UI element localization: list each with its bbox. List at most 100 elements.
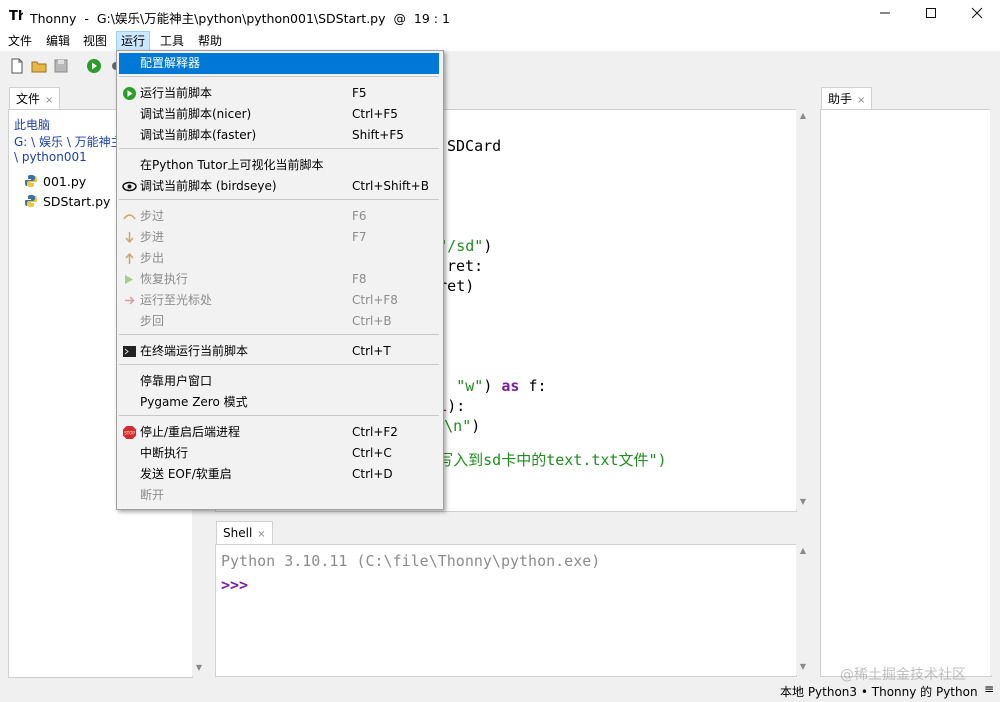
run-menu-item[interactable]: 停靠用户窗口 <box>119 371 439 392</box>
maximize-icon <box>926 8 936 18</box>
menu-edit[interactable]: 编辑 <box>42 32 74 50</box>
terminal-icon <box>122 344 137 359</box>
run-menu-item-label: 恢复执行 <box>140 272 189 286</box>
code-token: ret: <box>447 257 484 275</box>
scroll-down-icon[interactable]: ▼ <box>796 662 810 671</box>
tab-shell-label: Shell <box>223 526 253 540</box>
run-menu-item-shortcut: F6 <box>352 209 367 223</box>
run-menu-item-label: 在终端运行当前脚本 <box>140 344 249 358</box>
run-menu-item-label: Pygame Zero 模式 <box>140 395 248 409</box>
menu-run[interactable]: 运行 <box>116 31 151 51</box>
shell-scrollbar[interactable]: ▲ ▼ <box>796 544 810 675</box>
svg-text:STOP: STOP <box>124 431 135 436</box>
code-token: "/sd" <box>438 237 484 255</box>
close-icon[interactable]: × <box>45 95 53 106</box>
run-menu-item: 运行至光标处 Ctrl+F8 <box>119 290 439 311</box>
run-menu-item[interactable]: 调试当前脚本(faster) Shift+F5 <box>119 125 439 146</box>
menu-separator <box>119 415 439 416</box>
run-menu-item-label: 中断执行 <box>140 446 189 460</box>
run-menu-item-shortcut: F8 <box>352 272 367 286</box>
close-button[interactable] <box>954 0 1000 31</box>
menu-file[interactable]: 文件 <box>4 32 36 50</box>
tab-assistant-label: 助手 <box>828 92 853 106</box>
file-name: 001.py <box>43 174 87 189</box>
code-token: SDCard <box>447 137 502 155</box>
run-menu-item[interactable]: 在终端运行当前脚本 Ctrl+T <box>119 341 439 362</box>
tab-assistant[interactable]: 助手 × <box>821 87 873 110</box>
run-menu-item[interactable]: 调试当前脚本(nicer) Ctrl+F5 <box>119 104 439 125</box>
resume-icon <box>122 272 137 287</box>
run-menu-item[interactable]: 中断执行 Ctrl+C <box>119 443 439 464</box>
minimize-button[interactable] <box>862 0 908 31</box>
run-menu-item[interactable]: STOP 停止/重启后端进程 Ctrl+F2 <box>119 422 439 443</box>
scroll-up-icon[interactable]: ▲ <box>796 111 810 120</box>
close-icon[interactable]: × <box>257 529 265 540</box>
interpreter-selector[interactable]: 本地 Python3 • Thonny 的 Python <box>780 683 978 700</box>
status-bar: 本地 Python3 • Thonny 的 Python ≡ @稀土掘金技术社区 <box>0 667 1000 702</box>
close-icon[interactable]: × <box>857 95 865 106</box>
title-bar: Th Thonny - G:\娱乐\万能神主\python\python001\… <box>0 0 1000 31</box>
file-name: SDStart.py <box>43 194 111 209</box>
run-menu-item-shortcut: Ctrl+T <box>352 344 391 358</box>
code-token: ): <box>447 397 466 415</box>
run-menu-item[interactable]: 配置解释器 <box>119 53 439 74</box>
shell-panel[interactable]: Python 3.10.11 (C:\file\Thonny\python.ex… <box>215 544 797 677</box>
watermark: @稀土掘金技术社区 <box>840 667 966 683</box>
run-menu-item-label: 调试当前脚本(nicer) <box>140 107 252 121</box>
menu-separator <box>119 334 439 335</box>
shell-prompt: >>> <box>221 576 249 594</box>
run-menu-item-shortcut: F5 <box>352 86 367 100</box>
run-menu-item[interactable]: 调试当前脚本 (birdseye) Ctrl+Shift+B <box>119 176 439 197</box>
menu-tools[interactable]: 工具 <box>156 32 188 50</box>
thonny-icon: Th <box>9 8 27 24</box>
file-item[interactable]: 001.py <box>24 173 86 191</box>
tab-files-label: 文件 <box>16 92 41 106</box>
assistant-scrollbar[interactable] <box>990 109 1000 675</box>
scroll-down-icon[interactable]: ▼ <box>796 497 810 506</box>
maximize-button[interactable] <box>908 0 954 31</box>
code-line: SDCard <box>447 137 501 155</box>
editor-scrollbar[interactable]: ▲ ▼ <box>796 109 810 510</box>
file-item[interactable]: SDStart.py <box>24 193 110 211</box>
tab-files[interactable]: 文件 × <box>9 87 61 110</box>
run-menu-item-shortcut: Ctrl+F2 <box>352 425 398 439</box>
menu-view[interactable]: 视图 <box>79 32 111 50</box>
run-menu-item[interactable]: 在Python Tutor上可视化当前脚本 <box>119 155 439 176</box>
path-folder[interactable]: G: \ 娱乐 \ 万能神主 <box>14 133 123 150</box>
path-this-pc[interactable]: 此电脑 <box>14 116 50 133</box>
run-menu-item[interactable]: 发送 EOF/软重启 Ctrl+D <box>119 464 439 485</box>
run-menu-item-label: 配置解释器 <box>140 56 201 70</box>
run-icon[interactable] <box>86 58 102 74</box>
save-icon[interactable] <box>53 58 69 74</box>
window-title: Thonny - G:\娱乐\万能神主\python\python001\SDS… <box>30 11 450 26</box>
run-menu-item: 恢复执行 F8 <box>119 269 439 290</box>
run-menu-item[interactable]: 运行当前脚本 F5 <box>119 83 439 104</box>
run-menu-item-shortcut: Ctrl+F5 <box>352 107 398 121</box>
run-menu-item-label: 调试当前脚本(faster) <box>140 128 257 142</box>
shell-banner: Python 3.10.11 (C:\file\Thonny\python.ex… <box>221 552 601 570</box>
menu-separator <box>119 364 439 365</box>
code-token: "w" <box>456 377 484 395</box>
run-menu-item-label: 运行至光标处 <box>140 293 213 307</box>
new-file-icon[interactable] <box>9 58 25 74</box>
run-menu-item-shortcut: Ctrl+C <box>352 446 392 460</box>
status-menu-icon[interactable]: ≡ <box>984 682 994 696</box>
run-menu-item-label: 步回 <box>140 314 165 328</box>
run-menu-item-shortcut: F7 <box>352 230 367 244</box>
stop-icon: STOP <box>122 425 137 440</box>
run-menu-item-label: 步进 <box>140 230 165 244</box>
scroll-down-icon[interactable]: ▼ <box>192 663 206 672</box>
run-menu-item-label: 停靠用户窗口 <box>140 374 213 388</box>
run-menu-item[interactable]: Pygame Zero 模式 <box>119 392 439 413</box>
assistant-panel <box>820 109 992 677</box>
menu-help[interactable]: 帮助 <box>194 32 226 50</box>
tab-shell[interactable]: Shell × <box>216 521 273 544</box>
code-line: ret: <box>447 257 483 275</box>
scroll-up-icon[interactable]: ▲ <box>796 546 810 555</box>
python-file-icon <box>25 195 37 207</box>
path-subfolder[interactable]: \ python001 <box>14 150 87 164</box>
open-folder-icon[interactable] <box>31 58 47 74</box>
run-menu-item-label: 停止/重启后端进程 <box>140 425 241 439</box>
run-menu-item-label: 断开 <box>140 488 165 502</box>
menu-bar: 文件 编辑 视图 运行 工具 帮助 <box>0 31 1000 51</box>
